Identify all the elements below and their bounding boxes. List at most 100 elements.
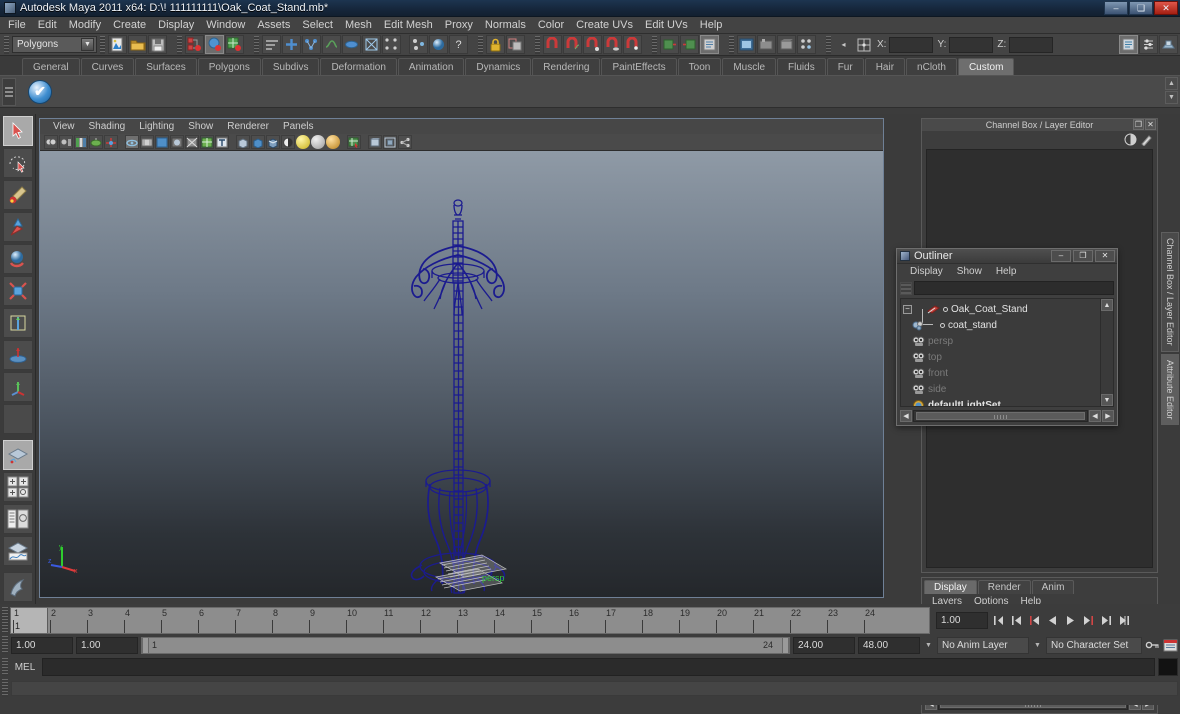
soft-modification-tool-icon[interactable] — [2, 340, 33, 370]
universal-manipulator-icon[interactable] — [2, 308, 33, 338]
outliner-minimize-button[interactable]: – — [1051, 250, 1071, 262]
menu-display[interactable]: Display — [152, 17, 200, 33]
anim-total-field[interactable]: 48.00 — [858, 636, 920, 654]
shelf-tab-curves[interactable]: Curves — [80, 58, 135, 75]
chevron-down-icon[interactable]: ▼ — [923, 637, 934, 654]
snap-to-curve-icon[interactable] — [302, 35, 321, 54]
menu-file[interactable]: File — [2, 17, 32, 33]
outliner-item-default-light-set[interactable]: defaultLightSet — [901, 397, 1099, 406]
rtab-attribute-editor[interactable]: Attribute Editor — [1161, 353, 1179, 426]
menu-window[interactable]: Window — [200, 17, 251, 33]
snap-to-grid-icon[interactable] — [282, 35, 301, 54]
magnet-point-icon[interactable] — [583, 35, 602, 54]
toolbar-grip-6[interactable] — [535, 35, 540, 54]
toolbar-grip-8[interactable] — [729, 35, 734, 54]
channel-box-brush-icon[interactable] — [1140, 133, 1153, 146]
four-pane-layout-icon[interactable] — [2, 472, 33, 502]
outliner-search-input[interactable] — [914, 281, 1114, 295]
shelf-options-handle[interactable] — [2, 78, 16, 106]
outliner-list[interactable]: − Oak_Coat_Stand coat_stand persp top fr… — [900, 298, 1114, 407]
outliner-horizontal-scrollbar[interactable]: ◀ ◀ ▶ — [900, 409, 1114, 422]
outliner-vertical-scrollbar[interactable]: ▲ ▼ — [1100, 299, 1113, 406]
shelf-tab-rendering[interactable]: Rendering — [532, 58, 601, 75]
toolbar-grip[interactable] — [4, 35, 9, 54]
toolbar-grip-3[interactable] — [177, 35, 182, 54]
time-slider-track[interactable]: 1 1 2 3 4 5 6 7 8 9 10 11 12 13 14 15 16 17 18 19 20 21 22 23 2… — [10, 606, 930, 634]
new-scene-icon[interactable] — [108, 35, 127, 54]
lighting-selected-icon[interactable] — [266, 135, 280, 149]
anim-layer-dropdown[interactable]: No Anim Layer — [937, 636, 1029, 654]
shelf-tab-hair[interactable]: Hair — [864, 58, 906, 75]
shelf-tab-deformation[interactable]: Deformation — [320, 58, 397, 75]
shelf-tab-surfaces[interactable]: Surfaces — [135, 58, 197, 75]
text-toggle-icon[interactable] — [215, 135, 229, 149]
range-slider-grip[interactable] — [2, 636, 8, 654]
render-sequence-icon[interactable] — [757, 35, 776, 54]
character-set-dropdown[interactable]: No Character Set — [1046, 636, 1142, 654]
menu-assets[interactable]: Assets — [251, 17, 296, 33]
script-editor-button[interactable] — [1158, 658, 1178, 676]
tab-render[interactable]: Render — [977, 580, 1031, 594]
two-d-pan-zoom-icon[interactable] — [104, 135, 118, 149]
select-camera-icon[interactable] — [44, 135, 58, 149]
select-by-object-type-icon[interactable] — [205, 35, 224, 54]
outliner-maximize-button[interactable]: ❐ — [1073, 250, 1093, 262]
maya-hotbox-icon[interactable] — [2, 572, 33, 602]
toolbar-grip-7[interactable] — [652, 35, 657, 54]
render-view-icon[interactable] — [737, 35, 756, 54]
outliner-scroll-right-button-2[interactable]: ▶ — [1102, 409, 1114, 422]
tab-display[interactable]: Display — [924, 580, 977, 594]
playback-speed-field[interactable]: 1.00 — [936, 611, 988, 629]
shelf-tab-subdivs[interactable]: Subdivs — [261, 58, 320, 75]
attribute-editor-toggle-icon[interactable] — [700, 35, 719, 54]
time-slider-grip[interactable] — [2, 607, 8, 633]
outliner-scroll-up-button[interactable]: ▲ — [1101, 299, 1113, 311]
menu-edit-uvs[interactable]: Edit UVs — [639, 17, 694, 33]
menu-mesh[interactable]: Mesh — [339, 17, 378, 33]
shelf-tab-muscle[interactable]: Muscle — [722, 58, 777, 75]
command-language-label[interactable]: MEL — [11, 662, 39, 673]
film-gate-icon[interactable] — [140, 135, 154, 149]
range-right-handle[interactable] — [782, 637, 789, 653]
outliner-scroll-right-button-1[interactable]: ◀ — [1089, 409, 1101, 422]
go-to-end-button[interactable] — [1117, 612, 1132, 628]
show-channel-box-icon[interactable] — [1119, 35, 1138, 54]
outliner-menu-show[interactable]: Show — [950, 266, 989, 277]
isolate-select-icon[interactable] — [368, 135, 382, 149]
chevron-down-icon-2[interactable]: ▼ — [1032, 637, 1043, 654]
range-left-handle[interactable] — [142, 637, 149, 653]
outliner-menu-display[interactable]: Display — [903, 266, 950, 277]
shelf-tab-fur[interactable]: Fur — [826, 58, 864, 75]
construction-plane-icon[interactable] — [382, 35, 401, 54]
menu-color[interactable]: Color — [532, 17, 570, 33]
camera-attributes-icon[interactable] — [59, 135, 73, 149]
menu-create[interactable]: Create — [107, 17, 152, 33]
viewport-menu-panels[interactable]: Panels — [276, 121, 321, 132]
range-start-field[interactable]: 1.00 — [11, 636, 73, 654]
outliner-persp-layout-icon[interactable] — [2, 504, 33, 534]
component-mask-icon[interactable] — [262, 35, 281, 54]
viewport-menu-renderer[interactable]: Renderer — [220, 121, 276, 132]
shelf-scroll-up[interactable]: ▲ — [1165, 77, 1178, 90]
coord-expand-icon[interactable]: ◂ — [834, 35, 853, 54]
show-hide-editor-right-icon[interactable] — [680, 35, 699, 54]
magnet-curve-icon[interactable] — [563, 35, 582, 54]
outliner-close-button[interactable]: ✕ — [1095, 250, 1115, 262]
animation-preferences-icon[interactable] — [1163, 637, 1178, 653]
outliner-hscroll-thumb[interactable] — [916, 411, 1085, 420]
menu-modify[interactable]: Modify — [63, 17, 107, 33]
channel-box-tab-icon[interactable] — [1124, 133, 1137, 146]
lighting-all-icon[interactable] — [251, 135, 265, 149]
light-grey-icon[interactable] — [311, 135, 325, 149]
isolate-remove-icon[interactable] — [398, 135, 412, 149]
step-back-frame-button[interactable] — [1027, 612, 1042, 628]
toolbar-grip-5[interactable] — [478, 35, 483, 54]
history-toggle-icon[interactable] — [409, 35, 428, 54]
render-globals-icon[interactable] — [797, 35, 816, 54]
viewport-menu-view[interactable]: View — [46, 121, 82, 132]
outliner-item-coat-stand[interactable]: coat_stand — [901, 309, 1099, 333]
step-forward-keyframe-button[interactable] — [1099, 612, 1114, 628]
outliner-item-persp[interactable]: persp — [901, 333, 1099, 349]
xray-mode-icon[interactable] — [347, 135, 361, 149]
shelf-check-icon[interactable]: ✔ — [28, 79, 52, 104]
